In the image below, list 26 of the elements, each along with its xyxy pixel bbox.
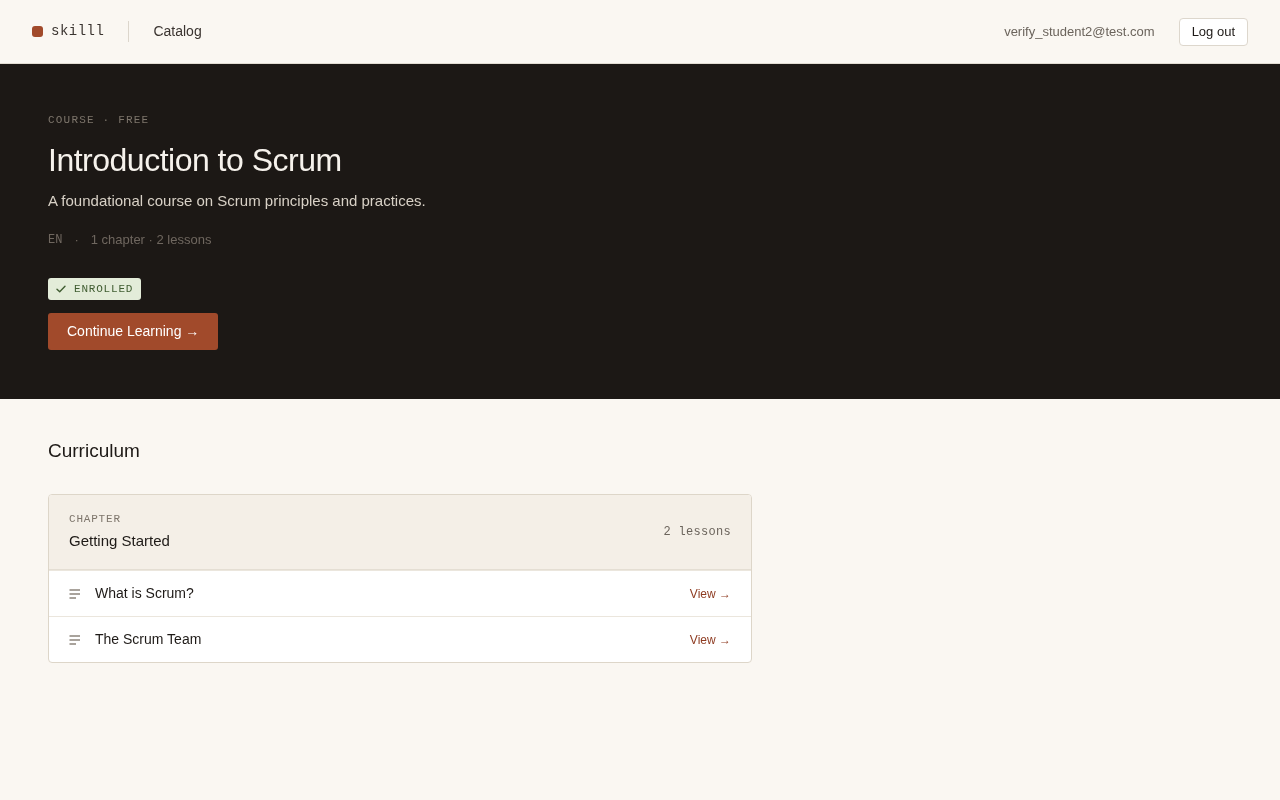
user-email: verify_student2@test.com [1004,22,1155,41]
course-title: Introduction to Scrum [48,141,343,180]
lesson-title: The Scrum Team [95,630,202,649]
lesson-title: What is Scrum? [95,584,194,603]
check-icon [56,285,66,293]
nav-link[interactable]: Catalog [153,21,202,42]
logout-button[interactable]: Log out [1178,17,1248,46]
course-stats: 1 chapter · 2 lessons [90,231,212,249]
chapter-label: CHAPTER [69,512,122,526]
lesson-count: 2 lessons [663,524,731,541]
brand-name[interactable]: skilll [51,21,105,42]
brand-logo-icon [32,26,43,37]
text-lines-icon [69,634,81,645]
lesson-row[interactable]: The Scrum Team View → [49,616,751,662]
lesson-row[interactable]: What is Scrum? View → [49,570,751,616]
continue-learning-button[interactable]: Continue Learning → [48,313,219,350]
view-link[interactable]: View → [689,584,731,603]
view-link[interactable]: View → [689,630,731,649]
text-lines-icon [69,588,81,599]
language-code: EN [48,232,63,249]
chapter-title: Getting Started [69,531,170,551]
meta-separator: · [74,231,79,249]
course-description: A foundational course on Scrum principles and practices. [48,191,427,211]
course-type-label: COURSE · FREE [48,113,151,128]
curriculum-heading: Curriculum [48,439,141,463]
enrolled-badge: ENROLLED [48,278,142,300]
